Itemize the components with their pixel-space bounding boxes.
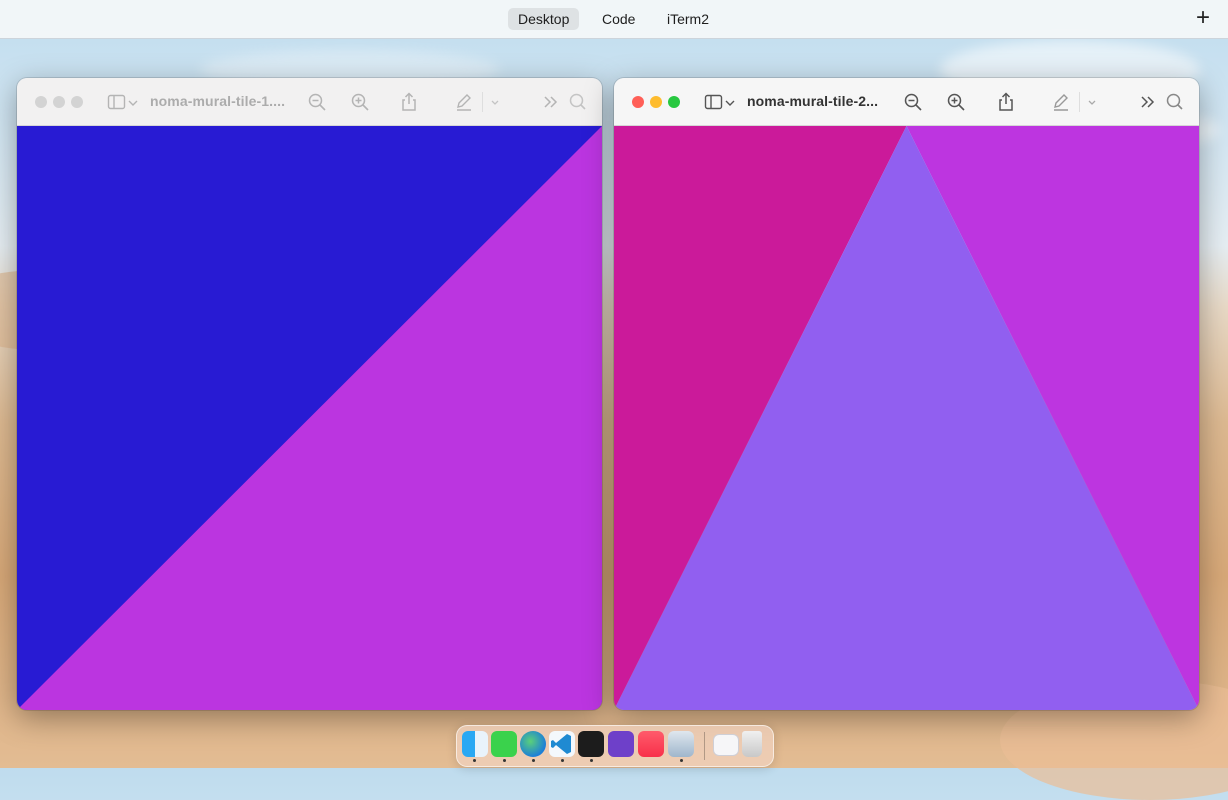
running-indicator (680, 759, 683, 762)
messages-icon[interactable] (491, 731, 517, 757)
share-icon[interactable] (995, 91, 1017, 113)
window-title: noma-mural-tile-1.... (150, 93, 286, 109)
preview-window-2[interactable]: noma-mural-tile-2... (614, 78, 1199, 710)
chevron-down-icon[interactable] (489, 91, 501, 113)
window-titlebar[interactable]: noma-mural-tile-1.... (17, 78, 602, 126)
edge-icon[interactable] (520, 731, 546, 757)
window-titlebar[interactable]: noma-mural-tile-2... (614, 78, 1199, 126)
toolbar-divider (482, 92, 483, 112)
zoom-button[interactable] (71, 96, 83, 108)
terminal-icon[interactable] (578, 731, 604, 757)
finder-icon[interactable] (462, 731, 488, 757)
trash-icon[interactable] (742, 731, 762, 757)
zoom-in-icon[interactable] (349, 91, 371, 113)
zoom-out-icon[interactable] (306, 91, 328, 113)
preview-window-1[interactable]: noma-mural-tile-1.... (17, 78, 602, 710)
zoom-out-icon[interactable] (902, 91, 924, 113)
sidebar-icon[interactable] (704, 91, 724, 113)
dock-separator (704, 732, 705, 760)
zoom-button[interactable] (668, 96, 680, 108)
window-title: noma-mural-tile-2... (747, 93, 879, 109)
downloads-stack-icon[interactable] (713, 734, 739, 756)
dock (456, 725, 774, 767)
share-icon[interactable] (398, 91, 420, 113)
running-indicator (503, 759, 506, 762)
chevron-down-icon[interactable] (724, 91, 736, 113)
more-chevrons-icon[interactable] (540, 91, 562, 113)
space-tab-desktop[interactable]: Desktop (508, 8, 580, 30)
more-chevrons-icon[interactable] (1137, 91, 1159, 113)
music-icon[interactable] (638, 731, 664, 757)
close-button[interactable] (632, 96, 644, 108)
image-canvas (614, 126, 1199, 710)
sidebar-icon[interactable] (107, 91, 127, 113)
preview-icon[interactable] (668, 731, 694, 757)
vscode-icon[interactable] (549, 731, 575, 757)
search-icon[interactable] (1164, 91, 1186, 113)
zoom-in-icon[interactable] (945, 91, 967, 113)
chevron-down-icon[interactable] (1086, 91, 1098, 113)
markup-pen-icon[interactable] (453, 91, 475, 113)
github-desktop-icon[interactable] (608, 731, 634, 757)
close-button[interactable] (35, 96, 47, 108)
chevron-down-icon[interactable] (127, 91, 139, 113)
running-indicator (561, 759, 564, 762)
search-icon[interactable] (567, 91, 589, 113)
running-indicator (590, 759, 593, 762)
markup-pen-icon[interactable] (1050, 91, 1072, 113)
minimize-button[interactable] (650, 96, 662, 108)
running-indicator (532, 759, 535, 762)
space-tab-iterm2[interactable]: iTerm2 (657, 8, 719, 30)
minimize-button[interactable] (53, 96, 65, 108)
running-indicator (473, 759, 476, 762)
toolbar-divider (1079, 92, 1080, 112)
image-canvas (17, 126, 602, 710)
spaces-bar: Desktop Code iTerm2 + (0, 0, 1228, 39)
space-tab-code[interactable]: Code (592, 8, 645, 30)
add-space-button[interactable]: + (1196, 6, 1210, 30)
